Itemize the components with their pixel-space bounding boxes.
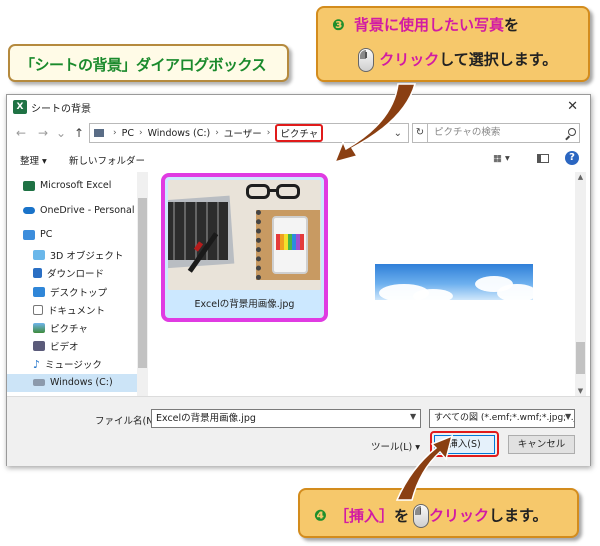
- file-item-selected[interactable]: Excelの背景用画像.jpg: [161, 173, 328, 322]
- address-dropdown-icon[interactable]: ⌄: [394, 128, 402, 139]
- breadcrumb-pc[interactable]: PC: [122, 128, 134, 139]
- step3-emphasis: 背景に使用したい写真: [353, 16, 504, 34]
- file-list: Excelの背景用画像.jpg ▲ ▼: [157, 172, 586, 396]
- excel-icon: [23, 180, 35, 191]
- breadcrumb-users[interactable]: ユーザー: [224, 126, 262, 140]
- dialog-label-text: 「シートの背景」ダイアログボックス: [20, 56, 267, 74]
- step3-number: ❸: [332, 16, 345, 34]
- navigation-pane: Microsoft Excel OneDrive - Personal PC 3…: [7, 172, 155, 396]
- cancel-button[interactable]: キャンセル: [508, 435, 575, 454]
- nav-scrollbar[interactable]: [137, 172, 148, 396]
- new-folder-button[interactable]: 新しいフォルダー: [69, 153, 145, 167]
- refresh-icon[interactable]: ↻: [412, 123, 428, 143]
- sheet-background-dialog: X シートの背景 ✕ ← → ⌄ ↑ › PC › Windows (C:) ›…: [6, 94, 591, 466]
- file-thumbnail-sky[interactable]: [375, 264, 533, 300]
- organize-button[interactable]: 整理 ▾: [20, 153, 47, 167]
- address-row: ← → ⌄ ↑ › PC › Windows (C:) › ユーザー › ピクチ…: [7, 120, 590, 146]
- tools-menu[interactable]: ツール(L) ▾: [371, 439, 420, 453]
- nav-item-pictures[interactable]: ピクチャ: [33, 321, 88, 335]
- file-list-scrollbar[interactable]: ▲ ▼: [575, 172, 586, 396]
- drive-icon: [33, 379, 45, 386]
- download-icon: [33, 268, 42, 278]
- step4-mid: を: [393, 506, 409, 525]
- filetype-select[interactable]: すべての図 (*.emf;*.wmf;*.jpg;*.jp: [429, 409, 575, 428]
- search-icon: [568, 128, 576, 136]
- step4-tail: します。: [488, 506, 548, 525]
- view-options-icon[interactable]: ▦ ▾: [493, 153, 510, 164]
- scroll-up-icon[interactable]: ▲: [575, 173, 586, 181]
- address-bar[interactable]: › PC › Windows (C:) › ユーザー › ピクチャ ⌄: [89, 123, 409, 143]
- up-arrow-icon[interactable]: ↑: [71, 126, 87, 140]
- filetype-dropdown-icon[interactable]: ▼: [565, 412, 572, 421]
- step4-number: ❹: [314, 506, 327, 525]
- toolbar: 整理 ▾ 新しいフォルダー ▦ ▾ ?: [7, 148, 590, 170]
- scroll-down-icon[interactable]: ▼: [575, 387, 586, 395]
- file-list-scrollbar-thumb[interactable]: [576, 342, 585, 374]
- step3-line2-tail: して選択します。: [439, 50, 558, 69]
- nav-item-downloads[interactable]: ダウンロード: [33, 266, 104, 280]
- close-icon[interactable]: ✕: [567, 99, 578, 114]
- mouse-icon: [412, 504, 429, 528]
- back-arrow-icon[interactable]: ←: [13, 126, 29, 140]
- dialog-footer: ファイル名(N): Excelの背景用画像.jpg ▼ すべての図 (*.emf…: [7, 396, 590, 466]
- file-thumbnail-desk-photo: [168, 180, 321, 290]
- recent-dropdown-icon[interactable]: ⌄: [53, 126, 69, 140]
- desktop-icon: [33, 287, 45, 297]
- mouse-icon: [358, 48, 374, 72]
- file-name-label: Excelの背景用画像.jpg: [194, 299, 295, 310]
- nav-item-pc[interactable]: PC: [23, 229, 52, 240]
- video-icon: [33, 341, 45, 351]
- step3-tail: を: [503, 16, 519, 34]
- nav-item-desktop[interactable]: デスクトップ: [33, 285, 107, 299]
- nav-item-windows-c[interactable]: Windows (C:): [33, 377, 113, 388]
- nav-item-3d-objects[interactable]: 3D オブジェクト: [33, 248, 123, 262]
- dialog-title: シートの背景: [31, 103, 91, 115]
- step4-click: クリック: [428, 506, 489, 525]
- insert-button-highlight: [430, 431, 499, 457]
- preview-pane-icon[interactable]: [537, 154, 549, 163]
- nav-item-documents[interactable]: ドキュメント: [33, 303, 105, 317]
- breadcrumb-drive[interactable]: Windows (C:): [148, 128, 211, 139]
- breadcrumb-pictures[interactable]: ピクチャ: [275, 124, 324, 142]
- step4-callout: ❹ ［挿入］を クリックします。: [298, 488, 579, 538]
- pc-icon: [23, 229, 35, 240]
- onedrive-icon: [23, 207, 35, 214]
- 3d-objects-icon: [33, 250, 45, 260]
- help-icon[interactable]: ?: [565, 151, 579, 165]
- nav-item-music[interactable]: ♪ ミュージック: [33, 357, 102, 372]
- pictures-icon: [33, 323, 45, 333]
- filename-dropdown-icon[interactable]: ▼: [410, 412, 416, 421]
- nav-scrollbar-thumb[interactable]: [138, 198, 147, 368]
- document-icon: [33, 305, 43, 315]
- nav-item-microsoft-excel[interactable]: Microsoft Excel: [23, 180, 111, 191]
- forward-arrow-icon[interactable]: →: [35, 126, 51, 140]
- search-input[interactable]: ピクチャの検索: [427, 123, 580, 143]
- dialog-titlebar: X シートの背景: [7, 95, 590, 119]
- filename-input[interactable]: Excelの背景用画像.jpg: [151, 409, 421, 428]
- step3-callout: ❸ 背景に使用したい写真を クリックして選択します。: [316, 6, 590, 82]
- dialog-label-callout: 「シートの背景」ダイアログボックス: [8, 44, 289, 82]
- step3-click: クリック: [379, 50, 440, 69]
- step4-emphasis: ［挿入］: [333, 506, 394, 525]
- nav-item-videos[interactable]: ビデオ: [33, 339, 79, 353]
- music-icon: ♪: [33, 357, 41, 371]
- excel-app-icon: X: [13, 100, 27, 114]
- nav-item-onedrive[interactable]: OneDrive - Personal: [23, 205, 135, 216]
- folder-icon: [94, 129, 104, 137]
